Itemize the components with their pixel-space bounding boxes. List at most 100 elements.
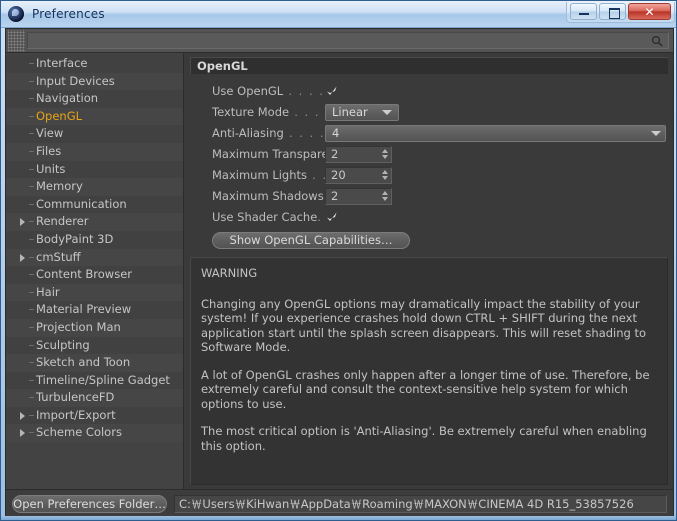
sidebar-item-projection-man[interactable]: Projection Man — [6, 318, 183, 337]
show-opengl-capabilities-button[interactable]: Show OpenGL Capabilities… — [212, 231, 410, 249]
leader-dots: . . . . . . . . . — [288, 126, 325, 140]
preferences-path-field[interactable]: C:￦Users￦KiHwan￦AppData￦Roaming￦MAXON￦CI… — [174, 494, 667, 513]
leader-dots: . . . . . . . . — [294, 105, 325, 119]
label-use-shader-cache: Use Shader Cache. . . . . — [190, 210, 325, 224]
stepper-arrows-icon[interactable] — [382, 149, 388, 159]
dropdown-value: Linear — [332, 105, 368, 119]
c4d-app-icon — [8, 6, 24, 22]
sidebar-item-scheme-colors[interactable]: Scheme Colors — [6, 424, 183, 443]
stepper-value: 20 — [331, 168, 346, 182]
minimize-icon — [579, 13, 589, 15]
stepper-arrows-icon[interactable] — [382, 191, 388, 201]
bottom-bar: Open Preferences Folder… C:￦Users￦KiHwan… — [6, 489, 673, 517]
sidebar-item-memory[interactable]: Memory — [6, 178, 183, 196]
row-maximum-transparency: Maximum Transparency 2 — [190, 144, 668, 164]
search-icon — [651, 35, 663, 47]
toolbar — [6, 29, 673, 53]
sidebar-item-units[interactable]: Units — [6, 160, 183, 179]
warning-paragraph-2: A lot of OpenGL crashes only happen afte… — [201, 367, 650, 411]
tree-dash-icon — [29, 203, 34, 205]
tree-dash-icon — [29, 344, 34, 346]
stepper-down-icon[interactable] — [382, 197, 388, 201]
sidebar-item-sketch-and-toon[interactable]: Sketch and Toon — [6, 354, 183, 372]
sidebar-item-timeline-spline-gadget[interactable]: Timeline/Spline Gadget — [6, 371, 183, 390]
tree-dash-icon — [29, 256, 34, 258]
window-titlebar[interactable]: Preferences ✕ — [1, 1, 676, 28]
sidebar-item-opengl[interactable]: OpenGL — [6, 107, 183, 126]
sidebar-item-import-export[interactable]: Import/Export — [6, 406, 183, 425]
sidebar-item-label: View — [36, 126, 64, 141]
maximize-button[interactable] — [599, 3, 626, 20]
sidebar-item-cmstuff[interactable]: cmStuff — [6, 248, 183, 267]
warning-paragraph-3: The most critical option is 'Anti-Aliasi… — [201, 424, 647, 453]
sidebar-item-label: Interface — [36, 56, 88, 70]
search-input[interactable] — [27, 32, 669, 49]
drag-grip-icon[interactable] — [8, 29, 25, 52]
sidebar-item-label: Hair — [36, 284, 60, 299]
stepper-up-icon[interactable] — [382, 191, 388, 195]
window-bottom-frame — [1, 516, 676, 520]
sidebar-item-input-devices[interactable]: Input Devices — [6, 72, 183, 91]
close-button[interactable]: ✕ — [628, 3, 671, 20]
stepper-value: 2 — [331, 147, 339, 161]
body-split: Interface Input Devices Navigation OpenG… — [6, 53, 673, 489]
sidebar-item-content-browser[interactable]: Content Browser — [6, 266, 183, 284]
checkbox-use-opengl[interactable] — [325, 85, 338, 98]
sidebar-item-communication[interactable]: Communication — [6, 195, 183, 214]
sidebar-item-label: Projection Man — [36, 319, 121, 334]
label-text: Use OpenGL — [212, 84, 284, 98]
preferences-tree: Interface Input Devices Navigation OpenG… — [6, 53, 184, 489]
sidebar-item-material-preview[interactable]: Material Preview — [6, 301, 183, 319]
warning-paragraph-1: Changing any OpenGL options may dramatic… — [201, 296, 647, 355]
sidebar-item-label: Input Devices — [36, 73, 115, 88]
stepper-value: 2 — [331, 189, 339, 203]
tree-dash-icon — [29, 362, 34, 364]
sidebar-item-label: Material Preview — [36, 302, 132, 317]
sidebar-item-files[interactable]: Files — [6, 142, 183, 161]
sidebar-item-turbulencefd[interactable]: TurbulenceFD — [6, 389, 183, 407]
sidebar-item-label: Content Browser — [36, 267, 132, 282]
settings-list: Use OpenGL . . . . . . . . . Texture Mod… — [190, 74, 668, 257]
tree-dash-icon — [29, 379, 34, 381]
sidebar-item-hair[interactable]: Hair — [6, 283, 183, 302]
tree-dash-icon — [29, 150, 34, 152]
dropdown-texture-mode[interactable]: Linear — [325, 103, 399, 121]
sidebar-item-label: cmStuff — [36, 249, 81, 264]
sidebar-item-renderer[interactable]: Renderer — [6, 213, 183, 231]
tree-dash-icon — [29, 221, 34, 223]
row-use-opengl: Use OpenGL . . . . . . . . . — [190, 81, 668, 101]
expand-arrow-icon[interactable] — [20, 253, 25, 262]
label-maximum-transparency: Maximum Transparency — [190, 147, 325, 161]
stepper-down-icon[interactable] — [382, 155, 388, 159]
stepper-maximum-lights[interactable]: 20 — [325, 166, 392, 184]
stepper-up-icon[interactable] — [382, 170, 388, 174]
minimize-button[interactable] — [570, 3, 597, 20]
window-title: Preferences — [32, 7, 105, 21]
sidebar-item-interface[interactable]: Interface — [6, 55, 183, 73]
open-preferences-folder-button[interactable]: Open Preferences Folder… — [12, 494, 167, 513]
stepper-arrows-icon[interactable] — [382, 170, 388, 180]
sidebar-item-sculpting[interactable]: Sculpting — [6, 336, 183, 355]
expand-arrow-icon[interactable] — [20, 411, 25, 420]
tree-dash-icon — [29, 397, 34, 399]
tree-dash-icon — [29, 168, 34, 170]
checkbox-use-shader-cache[interactable] — [325, 211, 338, 224]
sidebar-item-view[interactable]: View — [6, 125, 183, 143]
maximize-icon — [609, 8, 620, 19]
label-maximum-shadows: Maximum Shadows. . . . — [190, 189, 325, 203]
tree-dash-icon — [29, 238, 34, 240]
stepper-maximum-shadows[interactable]: 2 — [325, 187, 392, 205]
leader-dots: . . . . . — [317, 210, 325, 224]
tree-dash-icon — [29, 432, 34, 434]
sidebar-item-bodypaint-3d[interactable]: BodyPaint 3D — [6, 230, 183, 249]
tree-dash-icon — [29, 291, 34, 293]
sidebar-item-label: Timeline/Spline Gadget — [36, 372, 170, 387]
sidebar-item-navigation[interactable]: Navigation — [6, 90, 183, 108]
stepper-up-icon[interactable] — [382, 149, 388, 153]
expand-arrow-icon[interactable] — [20, 429, 25, 438]
dropdown-anti-aliasing[interactable]: 4 — [325, 124, 666, 142]
expand-arrow-icon[interactable] — [20, 218, 25, 227]
stepper-maximum-transparency[interactable]: 2 — [325, 145, 392, 163]
stepper-down-icon[interactable] — [382, 176, 388, 180]
sidebar-item-label: Renderer — [36, 214, 89, 229]
